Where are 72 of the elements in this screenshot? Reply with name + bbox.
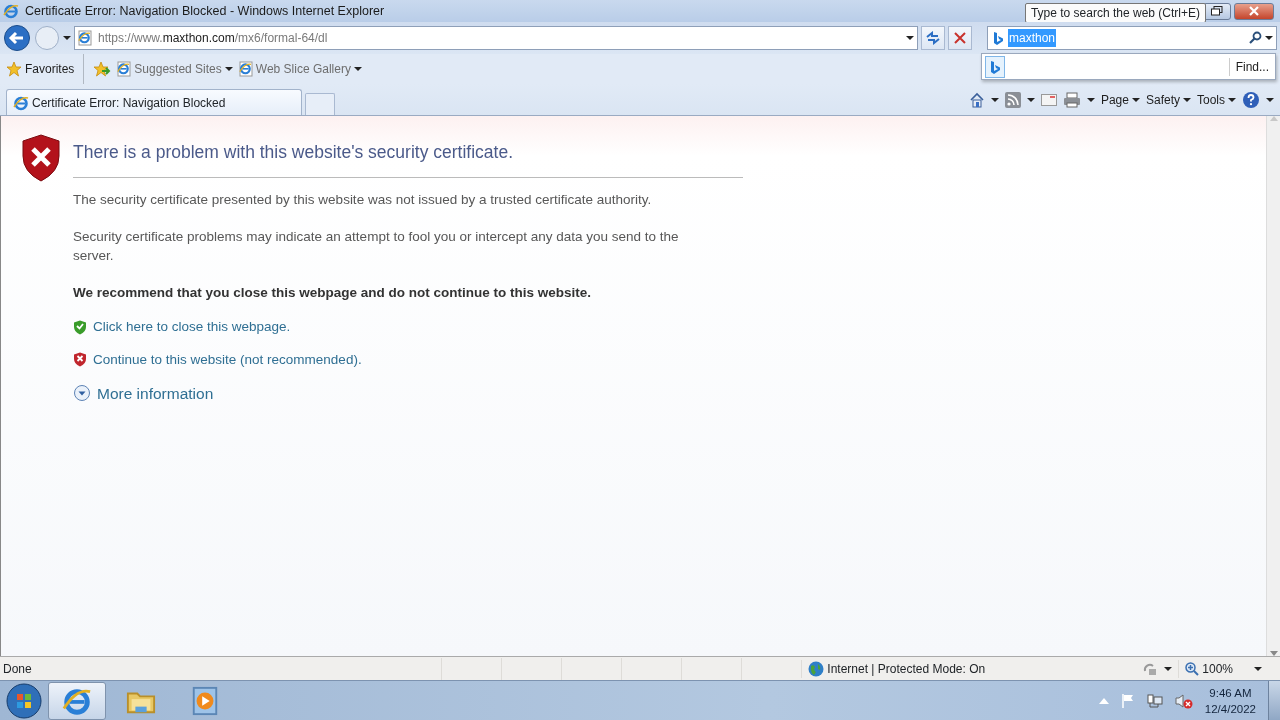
search-icon[interactable] (1248, 31, 1262, 45)
add-favorite-icon[interactable] (93, 61, 112, 77)
favorite-link[interactable]: Suggested Sites (117, 60, 233, 78)
back-button[interactable] (3, 24, 31, 52)
menu-button[interactable]: Safety (1145, 91, 1191, 109)
help-icon[interactable] (1242, 91, 1260, 109)
browser-icon (3, 3, 19, 19)
show-desktop-button[interactable] (1268, 680, 1280, 720)
caret-icon (1254, 666, 1262, 671)
clock[interactable]: 9:46 AM 12/4/2022 (1204, 684, 1256, 717)
link[interactable]: Click here to close this webpage. (93, 317, 291, 338)
refresh-icon (925, 31, 941, 45)
star-icon (6, 61, 22, 77)
media-player-icon (190, 685, 220, 716)
favorites-button[interactable]: Favorites (6, 60, 75, 78)
page-icon (238, 61, 253, 77)
muted-speaker-icon[interactable] (1174, 692, 1193, 709)
caret-icon[interactable] (1265, 36, 1273, 40)
bing-provider-button[interactable] (985, 55, 1005, 78)
favorite-link[interactable]: Web Slice Gallery (238, 60, 362, 78)
feed-icon[interactable] (1004, 92, 1021, 108)
caret-icon (1131, 98, 1140, 102)
caret-icon (1183, 98, 1191, 102)
home-icon[interactable] (968, 92, 985, 108)
restore-icon (1211, 6, 1223, 16)
browser-tab[interactable]: Certificate Error: Navigation Blocked (6, 89, 302, 115)
stop-button[interactable] (948, 26, 972, 50)
menu-button[interactable]: Tools (1197, 91, 1236, 109)
link[interactable]: Continue to this website (not recommended). (93, 349, 362, 370)
page-icon (78, 30, 92, 46)
caret-icon[interactable] (1026, 98, 1035, 102)
caret-icon (353, 67, 362, 71)
browser-icon (13, 94, 29, 111)
caret-icon[interactable] (906, 36, 914, 40)
caret-icon[interactable] (990, 98, 999, 102)
print-icon[interactable] (1062, 92, 1081, 108)
caret-icon (1228, 98, 1236, 102)
bing-icon (991, 30, 1005, 46)
error-shield-icon (21, 134, 61, 182)
close-button[interactable] (1234, 2, 1274, 20)
recommendation-text: We recommend that you close this webpage and do not continue to this website. (73, 284, 593, 302)
zoom-button[interactable]: 100% (1178, 659, 1268, 678)
close-icon (954, 32, 966, 44)
x-shield-icon (73, 352, 87, 368)
more-information-link[interactable]: More information (97, 381, 214, 405)
expand-icon[interactable] (73, 384, 91, 403)
network-icon[interactable] (1146, 692, 1163, 709)
address-field[interactable]: https://www.maxthon.com/mx6/formal-64/dl (74, 26, 918, 50)
refresh-button[interactable] (921, 26, 945, 50)
status-text: Done (3, 660, 33, 678)
error-description: The security certificate presented by this website was not issued by a trusted certificate authority. (73, 191, 653, 209)
globe-icon (808, 660, 825, 677)
menu-button[interactable]: Page (1100, 91, 1140, 109)
caret-icon (224, 67, 233, 71)
caret-icon[interactable] (1164, 666, 1173, 671)
security-zone-text: Internet | Protected Mode: On (827, 660, 986, 678)
taskbar-button[interactable] (48, 681, 106, 720)
tooltip: Type to search the web (Ctrl+E) (1024, 3, 1206, 23)
find-button[interactable]: Find... (1228, 57, 1275, 76)
zoom-icon (1185, 661, 1200, 676)
window-title: Certificate Error: Navigation Blocked - Windows Internet Explorer (25, 2, 385, 20)
page-icon (117, 61, 132, 77)
caret-icon[interactable] (1266, 98, 1274, 102)
scrollbar[interactable] (1266, 116, 1280, 656)
error-description: Security certificate problems may indicate an attempt to fool you or intercept any data you send to the server. (73, 228, 680, 265)
mail-icon[interactable] (1040, 94, 1057, 106)
close-icon (1248, 6, 1260, 16)
check-shield-icon (73, 319, 87, 335)
bing-icon (988, 59, 1002, 75)
error-heading: There is a problem with this website's security certificate. (73, 142, 515, 163)
start-button[interactable] (6, 682, 42, 719)
caret-icon[interactable] (1086, 98, 1095, 102)
